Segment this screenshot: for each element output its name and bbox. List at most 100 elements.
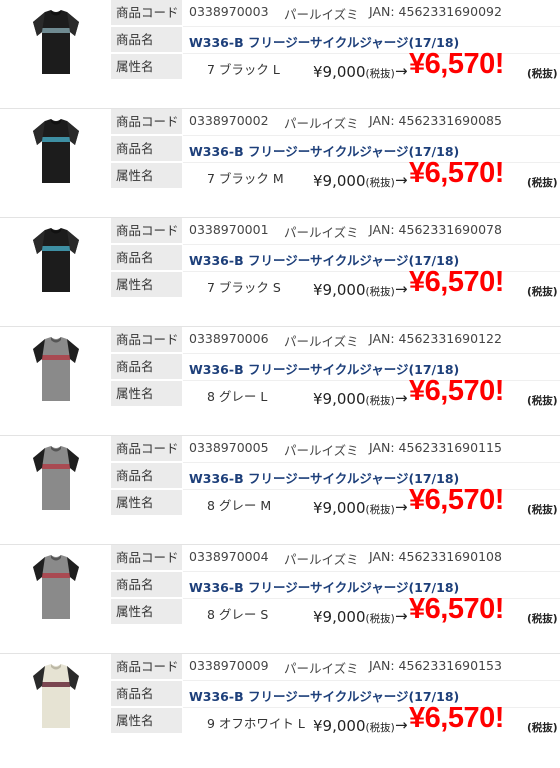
arrow: →	[395, 498, 408, 516]
product-name-label: 商品名	[111, 681, 182, 707]
jersey-icon	[33, 337, 79, 401]
product-thumbnail[interactable]	[0, 109, 110, 193]
product-code-row: 商品コード 0338970009 パールイズミ JAN: 45623316901…	[111, 654, 560, 681]
attribute-row: 属性名 8 グレー M ¥9,000(税抜) → ¥6,570! (税抜)	[111, 484, 560, 517]
attribute-value: 7 ブラック S	[207, 280, 281, 295]
product-item: 商品コード 0338970004 パールイズミ JAN: 45623316901…	[0, 544, 560, 654]
product-thumbnail[interactable]	[0, 545, 110, 629]
product-code-label: 商品コード	[111, 0, 182, 26]
attribute-value: 7 ブラック M	[207, 171, 284, 186]
product-code: 0338970001	[189, 222, 269, 237]
product-item: 商品コード 0338970002 パールイズミ JAN: 45623316900…	[0, 108, 560, 218]
original-price: ¥9,000(税抜)	[313, 608, 395, 626]
sale-tax-note: (税抜)	[527, 613, 558, 625]
product-code-label: 商品コード	[111, 654, 182, 680]
maker-name: パールイズミ	[284, 661, 359, 676]
product-code-label: 商品コード	[111, 218, 182, 244]
product-code-row: 商品コード 0338970005 パールイズミ JAN: 45623316901…	[111, 436, 560, 463]
attribute-label: 属性名	[111, 272, 182, 298]
original-price: ¥9,000(税抜)	[313, 390, 395, 408]
product-item: 商品コード 0338970006 パールイズミ JAN: 45623316901…	[0, 326, 560, 436]
arrow: →	[395, 389, 408, 407]
jan-code: JAN: 4562331690085	[369, 113, 502, 128]
jan-code: JAN: 4562331690108	[369, 549, 502, 564]
original-price: ¥9,000(税抜)	[313, 172, 395, 190]
jan-code: JAN: 4562331690122	[369, 331, 502, 346]
jersey-icon	[33, 10, 79, 74]
jan-code: JAN: 4562331690092	[369, 4, 502, 19]
maker-name: パールイズミ	[284, 443, 359, 458]
attribute-label: 属性名	[111, 599, 182, 625]
product-code-label: 商品コード	[111, 545, 182, 571]
attribute-value: 8 グレー L	[207, 389, 268, 404]
sale-price: ¥6,570!	[409, 593, 504, 625]
product-thumbnail[interactable]	[0, 0, 110, 84]
arrow: →	[395, 716, 408, 734]
product-code: 0338970004	[189, 549, 269, 564]
product-thumbnail[interactable]	[0, 218, 110, 302]
jersey-icon	[33, 555, 79, 619]
original-price: ¥9,000(税抜)	[313, 63, 395, 81]
original-price: ¥9,000(税抜)	[313, 717, 395, 735]
maker-name: パールイズミ	[284, 225, 359, 240]
sale-price: ¥6,570!	[409, 702, 504, 734]
arrow: →	[395, 171, 408, 189]
original-price: ¥9,000(税抜)	[313, 281, 395, 299]
sale-price: ¥6,570!	[409, 157, 504, 189]
jan-code: JAN: 4562331690115	[369, 440, 502, 455]
product-code-row: 商品コード 0338970004 パールイズミ JAN: 45623316901…	[111, 545, 560, 572]
product-item: 商品コード 0338970001 パールイズミ JAN: 45623316900…	[0, 217, 560, 327]
arrow: →	[395, 280, 408, 298]
product-code-row: 商品コード 0338970001 パールイズミ JAN: 45623316900…	[111, 218, 560, 245]
product-code: 0338970003	[189, 4, 269, 19]
attribute-value: 7 ブラック L	[207, 62, 280, 77]
product-code-label: 商品コード	[111, 436, 182, 462]
sale-tax-note: (税抜)	[527, 177, 558, 189]
sale-price: ¥6,570!	[409, 484, 504, 516]
sale-price: ¥6,570!	[409, 375, 504, 407]
product-code: 0338970009	[189, 658, 269, 673]
attribute-label: 属性名	[111, 163, 182, 189]
product-code-label: 商品コード	[111, 327, 182, 353]
attribute-value: 9 オフホワイト L	[207, 716, 305, 731]
product-code: 0338970002	[189, 113, 269, 128]
attribute-value: 8 グレー M	[207, 498, 272, 513]
attribute-row: 属性名 7 ブラック L ¥9,000(税抜) → ¥6,570! (税抜)	[111, 48, 560, 81]
product-code-row: 商品コード 0338970003 パールイズミ JAN: 45623316900…	[111, 0, 560, 27]
sale-price: ¥6,570!	[409, 266, 504, 298]
product-code: 0338970006	[189, 331, 269, 346]
product-name-label: 商品名	[111, 136, 182, 162]
product-thumbnail[interactable]	[0, 436, 110, 520]
attribute-row: 属性名 9 オフホワイト L ¥9,000(税抜) → ¥6,570! (税抜)	[111, 702, 560, 735]
jersey-icon	[33, 119, 79, 183]
product-code-label: 商品コード	[111, 109, 182, 135]
sale-tax-note: (税抜)	[527, 68, 558, 80]
jan-code: JAN: 4562331690153	[369, 658, 502, 673]
maker-name: パールイズミ	[284, 334, 359, 349]
sale-price: ¥6,570!	[409, 48, 504, 80]
attribute-value: 8 グレー S	[207, 607, 269, 622]
jersey-icon	[33, 446, 79, 510]
product-name-label: 商品名	[111, 354, 182, 380]
product-thumbnail[interactable]	[0, 327, 110, 411]
arrow: →	[395, 62, 408, 80]
product-name-label: 商品名	[111, 572, 182, 598]
product-code: 0338970005	[189, 440, 269, 455]
product-name-label: 商品名	[111, 245, 182, 271]
attribute-label: 属性名	[111, 490, 182, 516]
sale-tax-note: (税抜)	[527, 722, 558, 734]
sale-tax-note: (税抜)	[527, 395, 558, 407]
product-thumbnail[interactable]	[0, 654, 110, 738]
jersey-icon	[33, 228, 79, 292]
maker-name: パールイズミ	[284, 552, 359, 567]
arrow: →	[395, 607, 408, 625]
product-item: 商品コード 0338970005 パールイズミ JAN: 45623316901…	[0, 435, 560, 545]
product-item: 商品コード 0338970009 パールイズミ JAN: 45623316901…	[0, 653, 560, 763]
attribute-row: 属性名 8 グレー S ¥9,000(税抜) → ¥6,570! (税抜)	[111, 593, 560, 626]
sale-tax-note: (税抜)	[527, 286, 558, 298]
attribute-label: 属性名	[111, 381, 182, 407]
attribute-row: 属性名 8 グレー L ¥9,000(税抜) → ¥6,570! (税抜)	[111, 375, 560, 408]
maker-name: パールイズミ	[284, 116, 359, 131]
product-code-row: 商品コード 0338970002 パールイズミ JAN: 45623316900…	[111, 109, 560, 136]
original-price: ¥9,000(税抜)	[313, 499, 395, 517]
